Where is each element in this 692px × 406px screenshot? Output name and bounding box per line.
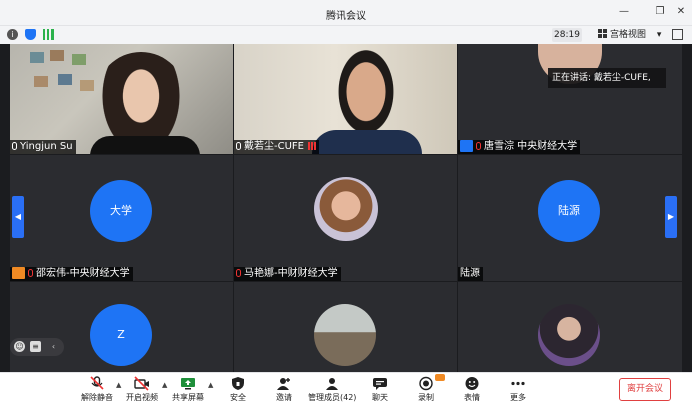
participant-name-bar: 马艳娜-中财财经大学 — [234, 267, 341, 281]
caret-up-icon[interactable]: ▲ — [208, 381, 213, 389]
caret-up-icon[interactable]: ▲ — [116, 381, 121, 389]
record-icon — [418, 376, 434, 391]
restore-icon[interactable]: ❐ — [652, 4, 668, 20]
more-icon — [510, 376, 526, 391]
meeting-toolbar: 解除静音 ▲ 开启视频 ▲ 共享屏幕 ▲ 安全 邀请 管理成员(42) 聊天 录… — [0, 372, 692, 406]
participant-name-bar: 唐雪淙 中央财经大学 — [458, 140, 581, 154]
meeting-timer: 28:19 — [552, 28, 582, 42]
chevron-left-icon: ◀ — [14, 212, 22, 221]
start-video-button[interactable]: 开启视频 — [125, 376, 159, 406]
camera-off-icon — [134, 376, 150, 391]
signal-icon[interactable] — [43, 29, 54, 40]
shield-icon — [230, 376, 246, 391]
participant-avatar-photo — [314, 177, 378, 241]
participant-avatar-photo — [314, 304, 376, 366]
participant-name-bar: Yingjun Su — [10, 140, 76, 154]
manage-members-button[interactable]: 管理成员(42) — [308, 376, 356, 406]
start-video-label: 开启视频 — [126, 393, 158, 402]
chat-button[interactable]: 聊天 — [366, 376, 394, 406]
participant-name: Yingjun Su — [20, 141, 73, 152]
share-screen-icon — [180, 376, 196, 391]
participant-tile[interactable]: 陆源 陆源 — [458, 155, 682, 281]
view-mode-dropdown[interactable]: 宫格视图 ▾ — [598, 28, 661, 42]
participant-tile[interactable]: 大学 邵宏伟-中央财经大学 — [10, 155, 233, 281]
mic-muted-icon — [28, 269, 33, 277]
chat-label: 聊天 — [372, 393, 388, 402]
signal-weak-icon — [307, 142, 316, 150]
participant-name: 戴若尘-CUFE — [244, 141, 304, 152]
chat-icon[interactable]: ≡ — [30, 341, 41, 352]
participant-video — [234, 44, 457, 154]
participant-video — [458, 44, 682, 154]
wall-photos — [28, 50, 98, 110]
manage-members-label: 管理成员(42) — [308, 393, 357, 402]
participant-tile[interactable]: 唐雪淙 中央财经大学 — [458, 44, 682, 154]
reactions-button[interactable]: 表情 — [458, 376, 486, 406]
more-button[interactable]: 更多 — [504, 376, 532, 406]
emoji-icon[interactable]: ☺ — [14, 341, 25, 352]
participant-tile[interactable]: 戴若尘-CUFE — [234, 44, 457, 154]
participant-avatar: 大学 — [90, 180, 152, 242]
unmute-button[interactable]: 解除静音 — [80, 376, 114, 406]
shield-icon[interactable] — [25, 29, 36, 40]
invite-button[interactable]: 邀请 — [270, 376, 298, 406]
grid-view-icon — [598, 29, 607, 38]
record-label: 录制 — [418, 393, 434, 402]
mic-icon — [12, 142, 17, 150]
participant-name: 马艳娜-中财财经大学 — [244, 268, 338, 279]
participant-video — [10, 44, 233, 154]
close-icon[interactable]: ✕ — [673, 4, 689, 20]
participant-name: 唐雪淙 中央财经大学 — [484, 141, 578, 152]
mic-muted-icon — [236, 269, 241, 277]
participant-tile[interactable] — [458, 282, 682, 372]
participant-tile[interactable] — [234, 282, 457, 372]
meeting-info-bar: i 28:19 宫格视图 ▾ — [0, 26, 692, 44]
minimize-icon[interactable]: — — [616, 4, 632, 20]
mic-muted-icon — [89, 376, 105, 391]
participant-tile[interactable]: Z — [10, 282, 233, 372]
chevron-down-icon: ▾ — [656, 30, 662, 40]
fullscreen-icon[interactable] — [672, 29, 683, 40]
caret-up-icon[interactable]: ▲ — [162, 381, 167, 389]
floating-tools: ☺ ≡ ‹ — [10, 338, 64, 356]
share-screen-button[interactable]: 共享屏幕 — [171, 376, 205, 406]
title-bar: 腾讯会议 — ❐ ✕ — [0, 0, 692, 26]
members-icon — [324, 376, 340, 391]
add-user-icon — [276, 376, 292, 391]
more-label: 更多 — [510, 393, 526, 402]
participant-avatar: 陆源 — [538, 180, 600, 242]
new-badge — [435, 374, 445, 381]
security-button[interactable]: 安全 — [224, 376, 252, 406]
participant-name-bar: 邵宏伟-中央财经大学 — [10, 267, 133, 281]
next-page-button[interactable]: ▶ — [665, 196, 677, 238]
participant-avatar-photo — [538, 304, 600, 366]
security-label: 安全 — [230, 393, 246, 402]
video-grid: Yingjun Su 戴若尘-CUFE 唐雪淙 中央财经大学 大学 邵宏伟-中央… — [0, 44, 692, 372]
chevron-right-icon: ▶ — [667, 212, 675, 221]
share-screen-label: 共享屏幕 — [172, 393, 204, 402]
mic-muted-icon — [476, 142, 481, 150]
participant-tile[interactable]: 马艳娜-中财财经大学 — [234, 155, 457, 281]
reactions-label: 表情 — [464, 393, 480, 402]
mic-icon — [236, 142, 241, 150]
participant-avatar: Z — [90, 304, 152, 366]
participant-tile[interactable]: Yingjun Su — [10, 44, 233, 154]
leave-meeting-button[interactable]: 离开会议 — [619, 378, 671, 401]
speaking-indicator: 正在讲话: 戴若尘-CUFE, — [548, 68, 666, 88]
participant-name: 邵宏伟-中央财经大学 — [36, 268, 130, 279]
collapse-icon[interactable]: ‹ — [48, 341, 59, 352]
participant-name-bar: 陆源 — [458, 267, 483, 281]
window-title: 腾讯会议 — [326, 11, 366, 22]
invite-label: 邀请 — [276, 393, 292, 402]
user-icon — [12, 267, 25, 279]
unmute-label: 解除静音 — [81, 393, 113, 402]
participant-name: 陆源 — [460, 268, 480, 279]
participant-name-bar: 戴若尘-CUFE — [234, 140, 319, 154]
emoji-icon — [464, 376, 480, 391]
prev-page-button[interactable]: ◀ — [12, 196, 24, 238]
chat-icon — [372, 376, 388, 391]
info-icon[interactable]: i — [7, 29, 18, 40]
view-mode-label: 宫格视图 — [610, 30, 647, 40]
user-icon — [460, 140, 473, 152]
